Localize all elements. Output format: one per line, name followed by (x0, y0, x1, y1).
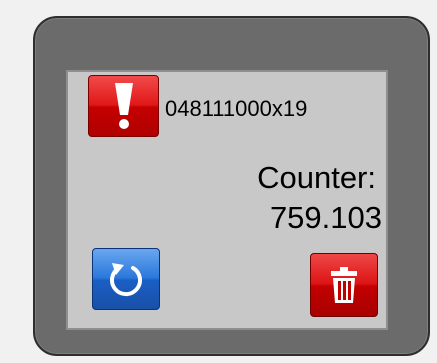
exclamation-icon (114, 83, 133, 129)
delete-button[interactable] (310, 253, 378, 317)
trash-icon (331, 267, 357, 303)
counter-label: Counter: (257, 160, 376, 195)
alert-button[interactable] (88, 75, 159, 137)
refresh-icon (110, 263, 142, 297)
device-id-label: 048111000x19 (165, 96, 308, 121)
reset-button[interactable] (92, 248, 160, 310)
counter-value: 759.103 (269, 200, 382, 235)
